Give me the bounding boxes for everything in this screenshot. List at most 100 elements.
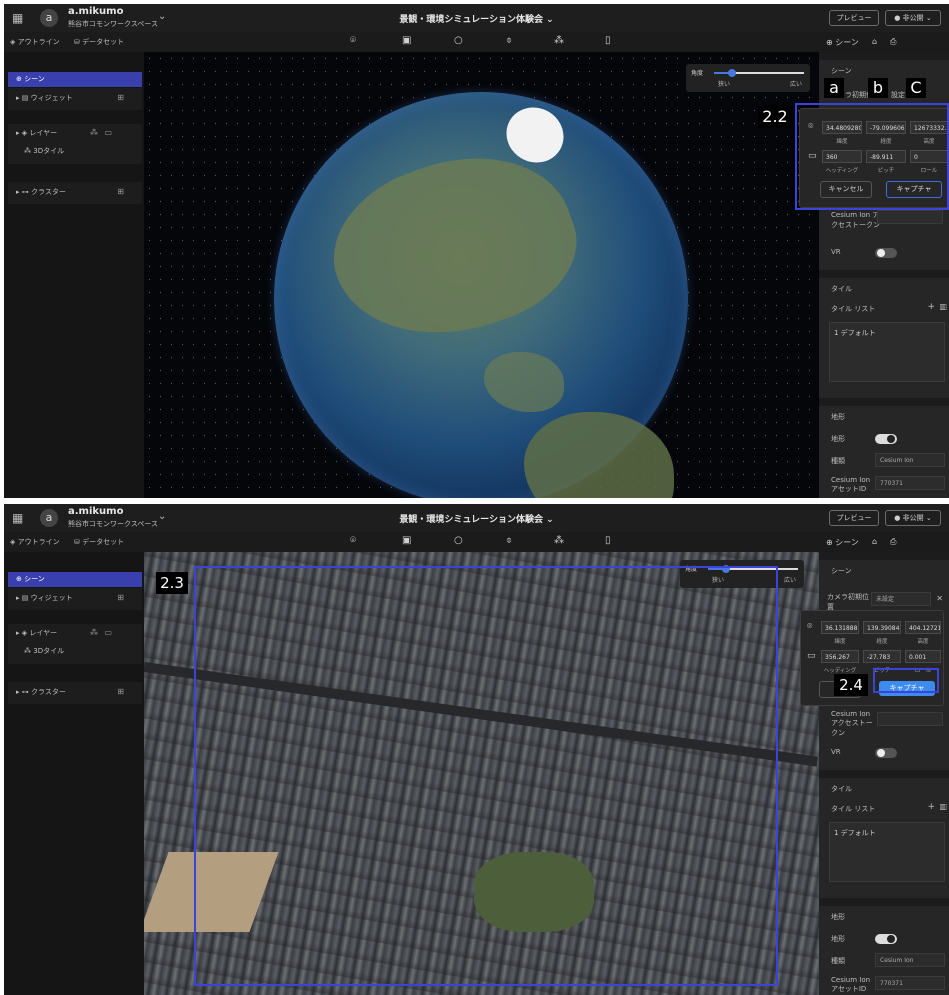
longitude-input[interactable]: 139.390842: [863, 621, 901, 634]
tab-scene-label: シーン: [835, 38, 859, 47]
outline-cluster-label: クラスター: [30, 688, 66, 696]
cluster-icon[interactable]: ⁂: [554, 35, 564, 46]
circle-icon[interactable]: ○: [454, 35, 463, 46]
add-tile-icon[interactable]: +: [927, 302, 935, 312]
section-title-scene: シーン: [831, 567, 852, 575]
close-icon[interactable]: ✕: [936, 594, 943, 603]
preview-button[interactable]: プレビュー: [829, 10, 879, 26]
tab-dataset[interactable]: ⛁ データセット: [74, 37, 124, 47]
terrain-label: 地形: [831, 435, 845, 443]
layer-item-3dtiles[interactable]: ⁂ 3Dタイル: [16, 644, 150, 659]
layer-group: ▸ ◈ レイヤー ⁂ ▭ ⁂ 3Dタイル: [8, 624, 142, 664]
terrain-toggle[interactable]: [875, 934, 897, 944]
folder-icon[interactable]: ▭: [104, 628, 112, 637]
chevron-down-icon[interactable]: ⌄: [546, 515, 554, 525]
vr-toggle[interactable]: [875, 748, 897, 758]
camera-initial-label: カメラ初期位置: [827, 593, 869, 611]
upload-icon[interactable]: ⌽: [506, 35, 512, 46]
file-icon[interactable]: ▯: [605, 535, 611, 546]
location-pin-icon[interactable]: ⌾: [350, 535, 356, 546]
layer-item-3dtiles[interactable]: ⁂ 3Dタイル: [16, 144, 150, 159]
project-title[interactable]: 景観・環境シミュレーション体験会: [399, 15, 543, 25]
latitude-input[interactable]: 36.1318886: [821, 621, 859, 634]
highlight-popover: [795, 103, 949, 210]
asset-id-input[interactable]: 770371: [875, 476, 945, 490]
pitch-input[interactable]: -27.783: [863, 650, 901, 663]
toolbar: ◈ アウトライン ⛁ データセット ⌾ ▣ ○ ⌽ ⁂ ▯ ⊕ シーン ⌂ ⎙: [4, 532, 949, 552]
cluster-icon[interactable]: ⁂: [554, 535, 564, 546]
image-icon[interactable]: ▣: [402, 535, 411, 546]
tab-outline[interactable]: ◈ アウトライン: [10, 537, 60, 547]
tab-dataset[interactable]: ⛁ データセット: [74, 537, 124, 547]
camera-setting-link[interactable]: 設定: [891, 90, 905, 100]
tab-scene-label: シーン: [835, 538, 859, 547]
add-tile-icon[interactable]: +: [927, 802, 935, 812]
add-widget-icon[interactable]: ⊞: [117, 93, 124, 102]
project-title[interactable]: 景観・環境シミュレーション体験会: [399, 515, 543, 525]
camera-icon: ▭: [807, 651, 816, 661]
globe[interactable]: [274, 92, 688, 498]
angle-slider-knob[interactable]: [728, 69, 736, 77]
tab-outline[interactable]: ◈ アウトライン: [10, 37, 60, 47]
tile-list-item[interactable]: 1 デフォルト: [834, 329, 876, 337]
tag-icon[interactable]: ⌂: [872, 537, 877, 546]
heading-input[interactable]: 356.267: [821, 650, 859, 663]
add-cluster-icon[interactable]: ⊞: [117, 187, 124, 196]
angle-slider[interactable]: [714, 69, 804, 77]
outline-panel: ⊕ シーン ▸ ▤ ウィジェット ⊞ ▸ ◈ レイヤー ⁂ ▭ ⁂ 3Dタイル …: [4, 552, 144, 995]
trash-icon[interactable]: ▥: [939, 302, 947, 311]
tab-dataset-label: データセット: [82, 38, 125, 46]
publish-status-button[interactable]: ● 非公開 ⌄: [885, 10, 941, 26]
file-icon[interactable]: ▯: [605, 35, 611, 46]
tile-list[interactable]: 1 デフォルト: [829, 322, 945, 382]
location-pin-icon[interactable]: ⌾: [350, 35, 356, 46]
type-select[interactable]: Cesium Ion: [875, 453, 945, 467]
location-pin-icon: ⌾: [807, 622, 813, 632]
vr-toggle[interactable]: [875, 248, 897, 258]
print-icon[interactable]: ⎙: [890, 37, 896, 47]
preview-button[interactable]: プレビュー: [829, 510, 879, 526]
terrain-toggle[interactable]: [875, 434, 897, 444]
callout-step-2-3: 2.3: [156, 572, 188, 594]
asset-id-label: Cesium Ion アセットID: [831, 976, 871, 993]
trash-icon[interactable]: ▥: [939, 802, 947, 811]
altitude-input[interactable]: 404.127210: [905, 621, 941, 634]
print-icon[interactable]: ⎙: [890, 537, 896, 547]
layer-tool-icon[interactable]: ⁂: [90, 628, 98, 637]
camera-initial-value[interactable]: 未設定: [871, 592, 931, 606]
map-viewport[interactable]: 角度 狭い 広い: [144, 52, 819, 498]
layer-tool-icon[interactable]: ⁂: [90, 128, 98, 137]
north-america-land: [312, 126, 596, 368]
image-icon[interactable]: ▣: [402, 35, 411, 46]
outline-item-layer[interactable]: ▸ ◈ レイヤー: [8, 626, 142, 641]
vr-label: VR: [831, 748, 841, 756]
outline-item-scene[interactable]: ⊕ シーン: [8, 572, 142, 587]
angle-high-label: 広い: [789, 81, 802, 88]
cesium-token-input[interactable]: [877, 210, 943, 224]
layer-3dtiles-label: 3Dタイル: [33, 647, 65, 655]
tab-scene[interactable]: ⊕ シーン: [826, 37, 859, 48]
asset-id-input[interactable]: 770371: [875, 976, 945, 990]
chevron-down-icon[interactable]: ⌄: [546, 15, 554, 25]
tile-list[interactable]: 1 デフォルト: [829, 822, 945, 882]
outline-item-layer[interactable]: ▸ ◈ レイヤー: [8, 126, 142, 141]
type-label: 種類: [831, 457, 845, 465]
type-select[interactable]: Cesium Ion: [875, 953, 945, 967]
add-widget-icon[interactable]: ⊞: [117, 593, 124, 602]
roll-input[interactable]: 0.001: [905, 650, 941, 663]
upload-icon[interactable]: ⌽: [506, 535, 512, 546]
angle-low-label: 狭い: [718, 81, 731, 88]
tab-scene[interactable]: ⊕ シーン: [826, 537, 859, 548]
heading-caption: ヘッディング: [823, 668, 857, 674]
cesium-token-input[interactable]: [877, 712, 943, 726]
outline-item-scene[interactable]: ⊕ シーン: [8, 72, 142, 87]
circle-icon[interactable]: ○: [454, 535, 463, 546]
highlight-capture-button: [873, 668, 939, 693]
tag-icon[interactable]: ⌂: [872, 37, 877, 46]
outline-cluster-label: クラスター: [30, 188, 66, 196]
folder-icon[interactable]: ▭: [104, 128, 112, 137]
add-cluster-icon[interactable]: ⊞: [117, 687, 124, 696]
tile-list-item[interactable]: 1 デフォルト: [834, 829, 876, 837]
publish-status-button[interactable]: ● 非公開 ⌄: [885, 510, 941, 526]
angle-control: 角度 狭い 広い: [686, 64, 810, 92]
